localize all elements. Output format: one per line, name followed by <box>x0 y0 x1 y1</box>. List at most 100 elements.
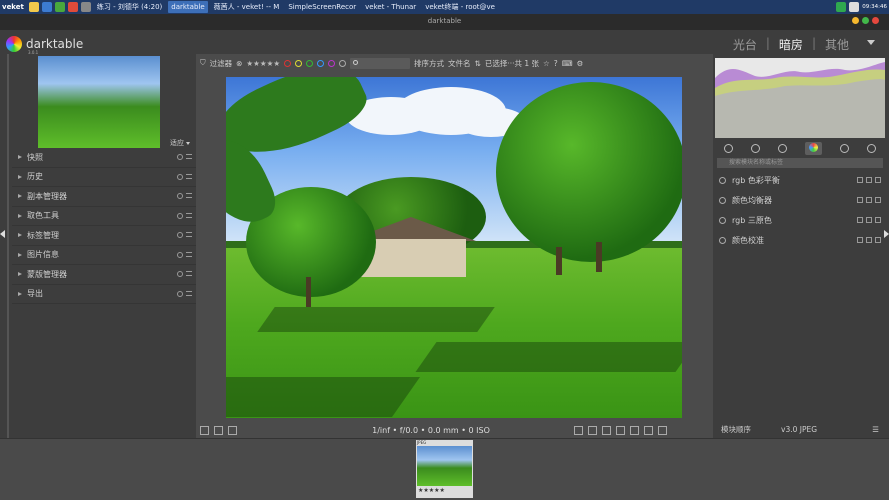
effect-group-icon[interactable] <box>867 143 876 153</box>
base-group-icon[interactable] <box>778 143 787 153</box>
preferences-icon[interactable]: ⚙ <box>577 59 584 68</box>
task-recorder[interactable]: SimpleScreenRecor <box>285 1 359 13</box>
start-menu-button[interactable]: veket <box>2 3 24 11</box>
module-color-equalizer[interactable]: 颜色均衡器 <box>715 190 885 210</box>
presets-icon[interactable] <box>875 237 881 243</box>
task-darktable[interactable]: darktable <box>168 1 208 13</box>
terminal-icon[interactable] <box>80 2 91 12</box>
green-label-icon[interactable] <box>306 59 314 67</box>
filter-icon[interactable]: ⛉ <box>200 58 206 68</box>
reset-icon[interactable] <box>866 177 872 183</box>
task-terminal[interactable]: veket终端 - root@ve <box>422 1 498 13</box>
view-darkroom[interactable]: 暗房 <box>779 36 803 53</box>
power-icon[interactable] <box>719 216 726 224</box>
main-image[interactable] <box>226 77 682 418</box>
correct-group-icon[interactable] <box>840 143 849 153</box>
quick-access-icon[interactable] <box>200 425 209 435</box>
power-icon[interactable] <box>719 176 726 184</box>
task-music[interactable]: 练习 - 刘德华 (4:20) <box>94 1 165 13</box>
help-icon[interactable]: ? <box>554 59 558 68</box>
presets-icon[interactable] <box>875 177 881 183</box>
thumbnail-rating[interactable]: ★★★★★ <box>418 487 445 494</box>
quick-panel-icon[interactable] <box>724 143 733 153</box>
reject-icon[interactable]: ⊗ <box>236 59 242 68</box>
close-button[interactable] <box>872 17 879 24</box>
browser-icon[interactable] <box>41 2 52 12</box>
network-icon[interactable] <box>836 2 847 12</box>
media-icon[interactable] <box>67 2 78 12</box>
module-mask-manager[interactable]: 蒙版管理器 <box>12 265 196 285</box>
module-image-info[interactable]: 图片信息 <box>12 246 196 265</box>
blue-label-icon[interactable] <box>317 59 325 67</box>
instances-icon[interactable] <box>857 177 863 183</box>
rating-filter[interactable]: ★★★★★ <box>246 59 280 68</box>
presets-icon[interactable] <box>186 290 192 296</box>
reset-icon[interactable] <box>866 237 872 243</box>
module-snapshots[interactable]: 快照 <box>12 148 196 168</box>
instances-icon[interactable] <box>857 197 863 203</box>
module-rgb-color-balance[interactable]: rgb 色彩平衡 <box>715 170 885 190</box>
file-manager-icon[interactable] <box>28 2 39 12</box>
raw-overexposed-icon[interactable] <box>602 425 611 435</box>
reset-icon[interactable] <box>177 154 183 160</box>
module-tagging[interactable]: 标签管理 <box>12 226 196 246</box>
search-input[interactable] <box>350 57 411 69</box>
presets-icon[interactable] <box>186 212 192 218</box>
mail-icon[interactable] <box>54 2 65 12</box>
navigation-preview[interactable] <box>38 56 160 148</box>
presets-icon[interactable] <box>875 217 881 223</box>
module-duplicate-manager[interactable]: 副本管理器 <box>12 187 196 207</box>
instances-icon[interactable] <box>857 217 863 223</box>
active-modules-icon[interactable] <box>751 143 760 153</box>
sort-order-icon[interactable]: ⇅ <box>475 59 481 68</box>
grey-label-icon[interactable] <box>339 59 347 67</box>
volume-icon[interactable] <box>849 2 860 12</box>
presets-icon[interactable] <box>875 197 881 203</box>
reset-icon[interactable] <box>177 212 183 219</box>
clock[interactable]: 09:34:46 <box>862 4 887 10</box>
keyboard-icon[interactable]: ⌨ <box>562 59 573 68</box>
yellow-label-icon[interactable] <box>295 59 303 67</box>
presets-icon[interactable] <box>186 193 192 198</box>
red-label-icon[interactable] <box>284 59 292 67</box>
module-search-input[interactable]: 搜索模块名称或标签 <box>717 158 883 168</box>
color-group-tab[interactable] <box>805 141 822 155</box>
second-window-icon[interactable] <box>228 425 237 435</box>
collapse-left-panel-icon[interactable] <box>0 230 5 238</box>
presets-icon[interactable] <box>186 251 192 257</box>
clipping-indicator-icon[interactable] <box>616 425 625 435</box>
softproof-icon[interactable] <box>630 425 639 435</box>
reset-icon[interactable] <box>177 193 183 199</box>
grouping-icon[interactable]: ☆ <box>543 59 550 68</box>
histogram[interactable] <box>715 58 885 138</box>
power-icon[interactable] <box>719 236 726 244</box>
module-color-calibration[interactable]: 颜色校准 <box>715 230 885 250</box>
maximize-button[interactable] <box>862 17 869 24</box>
power-icon[interactable] <box>719 196 726 204</box>
view-other[interactable]: 其他 <box>825 36 849 53</box>
presets-icon[interactable] <box>186 271 192 276</box>
sort-dropdown[interactable]: 文件名 <box>448 58 471 69</box>
task-browser[interactable]: 薇茜人 - veket! -- M <box>211 1 283 13</box>
collapse-right-panel-icon[interactable] <box>884 230 889 238</box>
styles-icon[interactable] <box>214 425 223 435</box>
filmstrip-thumbnail[interactable]: JPEG ★★★★★ <box>416 440 473 498</box>
view-lighttable[interactable]: 光台 <box>733 36 757 53</box>
module-export[interactable]: 导出 <box>12 285 196 304</box>
presets-icon[interactable] <box>186 154 192 159</box>
presets-icon[interactable] <box>186 232 192 237</box>
focus-peaking-icon[interactable] <box>574 425 583 435</box>
zoom-fit-dropdown[interactable]: 适应 <box>170 138 190 148</box>
reset-icon[interactable] <box>866 197 872 203</box>
module-rgb-primaries[interactable]: rgb 三原色 <box>715 210 885 230</box>
reset-icon[interactable] <box>177 290 183 297</box>
purple-label-icon[interactable] <box>328 59 336 67</box>
left-scrollbar[interactable] <box>7 54 9 438</box>
collapse-header-icon[interactable] <box>867 40 875 45</box>
reset-icon[interactable] <box>177 232 183 238</box>
minimize-button[interactable] <box>852 17 859 24</box>
reset-icon[interactable] <box>177 271 183 277</box>
presets-icon[interactable]: ☰ <box>872 425 879 434</box>
reset-icon[interactable] <box>177 251 183 258</box>
instances-icon[interactable] <box>857 237 863 243</box>
